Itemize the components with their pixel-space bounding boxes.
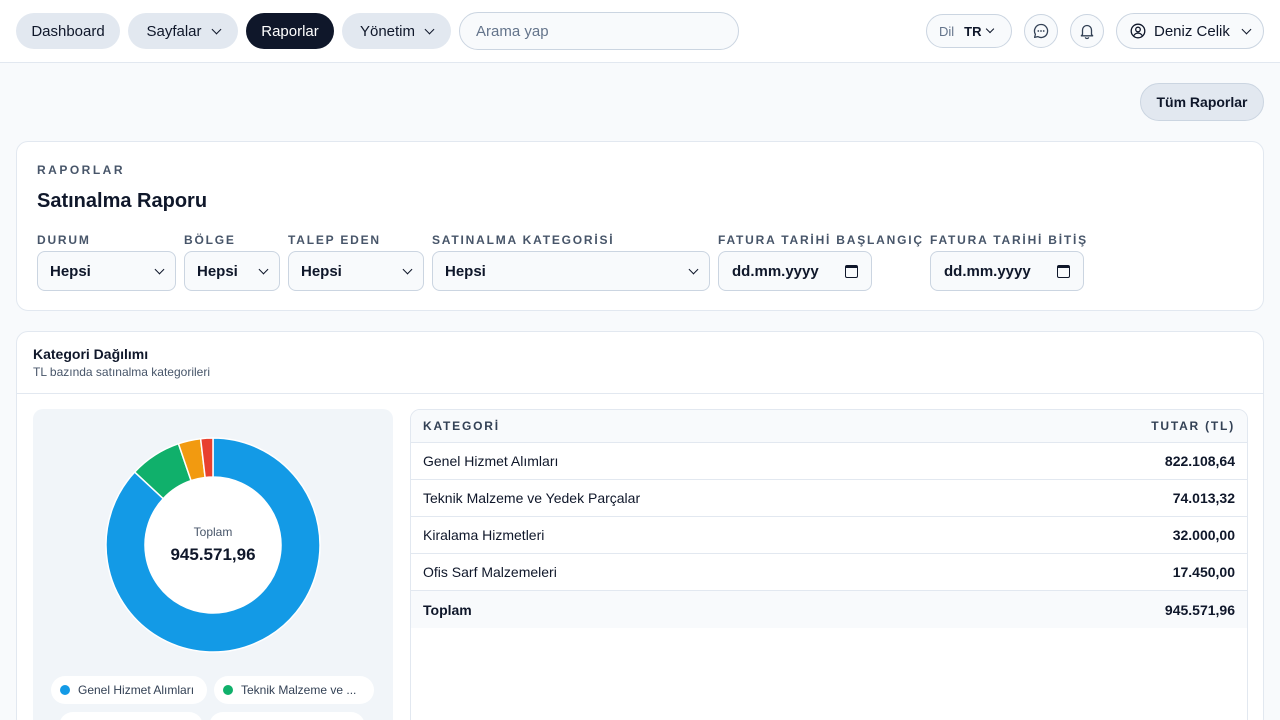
requester-select-value: Hepsi [301,262,342,280]
legend-item[interactable]: Genel Hizmet Alımları [51,676,207,704]
table-row[interactable]: Genel Hizmet Alımları 822.108,64 [411,443,1247,480]
nav-dashboard[interactable]: Dashboard [16,13,120,49]
invoice-end-value: dd.mm.yyyy [944,262,1031,280]
donut-center-label: Toplam [193,525,233,539]
legend-label: Teknik Malzeme ve ... [241,683,357,697]
row-amount: 74.013,32 [1172,490,1235,506]
card-title: Kategori Dağılımı [33,346,149,362]
legend-item[interactable]: Teknik Malzeme ve ... [214,676,374,704]
total-amount: 945.571,96 [1164,601,1235,618]
chevron-down-icon [258,264,269,274]
language-label: Dil [939,23,955,39]
invoice-start-filter: FATURA TARİHİ BAŞLANGIÇ dd.mm.yyyy [718,230,924,291]
all-reports-button[interactable]: Tüm Raporlar [1140,83,1264,121]
region-filter-label: BÖLGE [184,233,236,247]
donut-center-value: 945.571,96 [170,545,256,564]
chevron-down-icon [424,24,435,34]
total-label: Toplam [423,601,472,618]
invoice-end-date-input[interactable]: dd.mm.yyyy [930,251,1084,291]
category-select-value: Hepsi [445,262,486,280]
category-table: KATEGORİ TUTAR (TL) Genel Hizmet Alımlar… [410,409,1248,720]
requester-filter: TALEP EDEN Hepsi [288,230,424,291]
user-circle-icon [1130,23,1146,39]
row-amount: 17.450,00 [1172,564,1235,580]
row-amount: 32.000,00 [1172,527,1235,543]
nav-pages-label: Sayfalar [146,22,202,40]
notifications-button[interactable] [1070,14,1104,48]
chevron-down-icon [688,264,699,274]
nav-reports-label: Raporlar [261,22,319,40]
row-category: Teknik Malzeme ve Yedek Parçalar [423,490,641,506]
status-filter: DURUM Hepsi [37,230,176,291]
card-header: Kategori Dağılımı TL bazında satınalma k… [17,332,1263,394]
section-eyebrow: RAPORLAR [37,163,125,177]
column-header-category[interactable]: KATEGORİ [423,419,500,433]
category-filter-label: SATINALMA KATEGORİSİ [432,233,615,247]
region-select[interactable]: Hepsi [184,251,280,291]
chat-icon [1033,23,1049,39]
row-category: Kiralama Hizmetleri [423,527,545,543]
requester-select[interactable]: Hepsi [288,251,424,291]
report-filters-card: RAPORLAR Satınalma Raporu DURUM Hepsi BÖ… [16,141,1264,311]
nav-reports[interactable]: Raporlar [246,13,334,49]
chevron-down-icon [985,24,994,34]
card-subtitle: TL bazında satınalma kategorileri [33,365,210,379]
bell-icon [1080,24,1094,40]
invoice-end-label: FATURA TARİHİ BİTİŞ [930,233,1088,247]
row-category: Ofis Sarf Malzemeleri [423,564,557,580]
language-select[interactable]: Dil TR [926,14,1012,48]
legend-item[interactable] [209,712,365,720]
table-header: KATEGORİ TUTAR (TL) [411,410,1247,443]
status-filter-label: DURUM [37,233,91,247]
chevron-down-icon [402,264,413,274]
table-total-row: Toplam 945.571,96 [411,591,1247,628]
chevron-down-icon [154,264,165,274]
status-select[interactable]: Hepsi [37,251,176,291]
row-amount: 822.108,64 [1164,453,1235,469]
chevron-down-icon [1241,24,1252,34]
legend-label: Genel Hizmet Alımları [78,683,195,697]
table-row[interactable]: Kiralama Hizmetleri 32.000,00 [411,517,1247,554]
invoice-start-label: FATURA TARİHİ BAŞLANGIÇ [718,233,924,247]
calendar-icon[interactable] [845,264,858,278]
category-select[interactable]: Hepsi [432,251,710,291]
donut-chart-panel: Toplam 945.571,96 Genel Hizmet Alımları … [33,409,393,720]
messages-button[interactable] [1024,14,1058,48]
region-select-value: Hepsi [197,262,238,280]
table-row[interactable]: Teknik Malzeme ve Yedek Parçalar 74.013,… [411,480,1247,517]
nav-management[interactable]: Yönetim [342,13,451,49]
chevron-down-icon [211,24,221,34]
top-navbar: Dashboard Sayfalar Raporlar Yönetim Dil … [0,0,1280,63]
table-row[interactable]: Ofis Sarf Malzemeleri 17.450,00 [411,554,1247,591]
row-category: Genel Hizmet Alımları [423,453,559,469]
page-title: Satınalma Raporu [37,190,208,212]
category-distribution-card: Kategori Dağılımı TL bazında satınalma k… [16,331,1264,720]
category-filter: SATINALMA KATEGORİSİ Hepsi [432,230,710,291]
language-value: TR [964,23,982,39]
region-filter: BÖLGE Hepsi [184,230,280,291]
nav-pages[interactable]: Sayfalar [128,13,238,49]
invoice-start-date-input[interactable]: dd.mm.yyyy [718,251,872,291]
column-header-amount[interactable]: TUTAR (TL) [1151,419,1235,433]
user-name: Deniz Celik [1154,22,1230,40]
nav-management-label: Yönetim [359,22,416,40]
legend-dot [223,685,233,695]
legend-dot [60,685,70,695]
nav-dashboard-label: Dashboard [31,22,105,40]
calendar-icon[interactable] [1057,264,1070,278]
requester-filter-label: TALEP EDEN [288,233,381,247]
all-reports-label: Tüm Raporlar [1156,94,1248,110]
invoice-start-value: dd.mm.yyyy [732,262,819,280]
user-menu[interactable]: Deniz Celik [1116,13,1264,49]
search-input[interactable] [459,12,739,50]
legend-item[interactable] [59,712,203,720]
status-select-value: Hepsi [50,262,91,280]
invoice-end-filter: FATURA TARİHİ BİTİŞ dd.mm.yyyy [930,230,1088,291]
